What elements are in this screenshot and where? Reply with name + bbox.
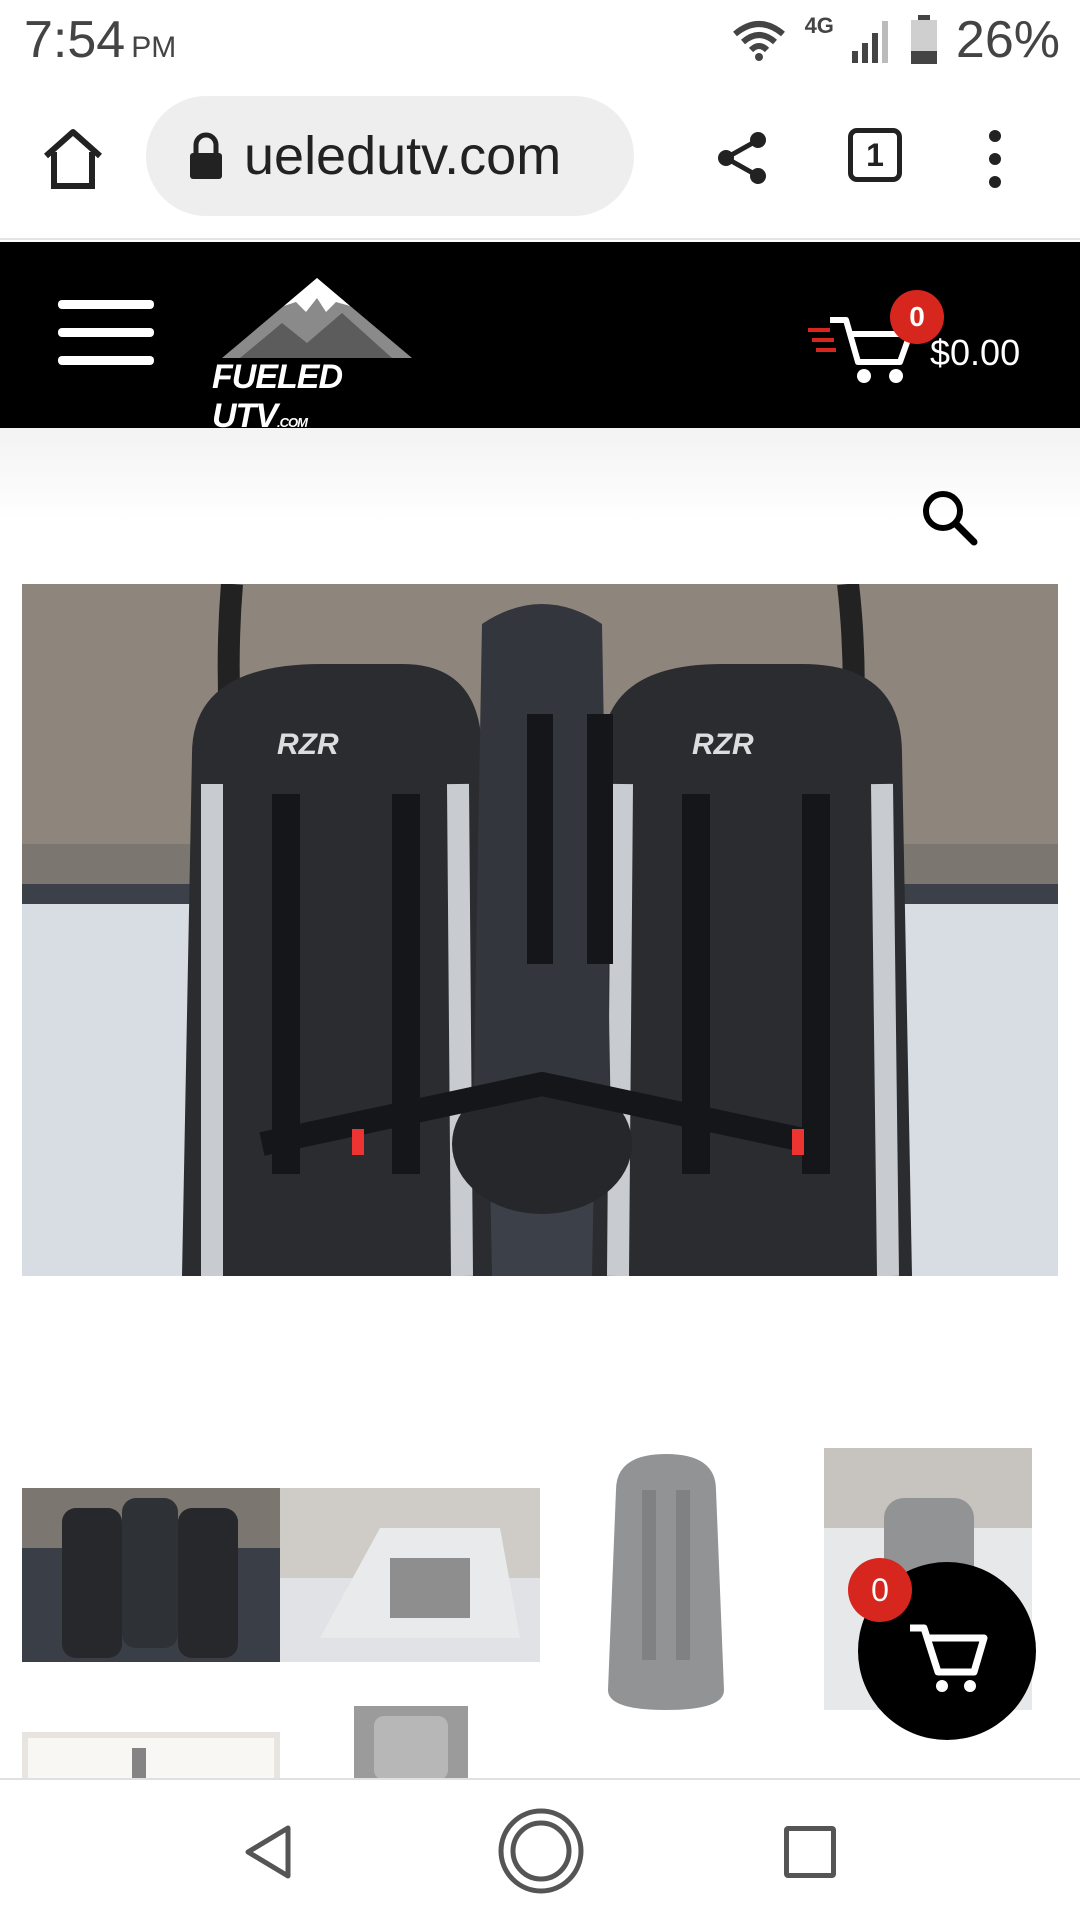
status-clock: 7:54 [24,11,126,69]
product-main-image[interactable]: RZR RZR [22,584,1058,1276]
share-icon[interactable] [712,128,772,188]
svg-text:RZR: RZR [277,728,339,761]
thumbnail-3[interactable] [596,1450,736,1714]
back-icon[interactable] [240,1822,296,1882]
tabs-icon[interactable]: 1 [848,128,902,182]
home-icon[interactable] [38,124,108,194]
recent-apps-icon[interactable] [784,1826,836,1878]
overflow-menu-icon[interactable] [980,124,1010,194]
logo-mountain-icon [222,278,412,358]
search-icon[interactable] [920,488,978,546]
nav-home-icon[interactable] [496,1806,586,1896]
wifi-icon [732,21,785,61]
battery-icon [910,15,937,64]
thumbnail-6[interactable] [354,1706,468,1780]
hamburger-menu-icon[interactable] [58,300,158,366]
svg-text:RZR: RZR [692,728,754,761]
thumbnail-1[interactable] [22,1488,280,1662]
site-header: FUELED UTV.COM 0 $0.00 [0,242,1080,435]
site-logo[interactable]: FUELED UTV.COM [212,268,422,435]
system-nav-bar [0,1778,1080,1920]
logo-text: FUELED UTV.COM [212,358,422,436]
search-bar-area [0,428,1080,584]
cart-total[interactable]: $0.00 [930,332,1020,374]
url-text: ueledutv.com [244,126,562,186]
address-bar[interactable]: ueledutv.com [146,96,634,216]
seat-harness-photo: RZR RZR [22,584,1058,1276]
thumbnail-2[interactable] [280,1488,540,1662]
status-icons: 4G 26% [731,10,1060,70]
status-time: 7:54 PM [24,10,176,70]
thumbnail-5[interactable] [22,1732,280,1780]
battery-percent: 26% [955,11,1060,69]
lock-icon [190,132,222,179]
signal-icon [851,21,888,63]
floating-cart-count-badge: 0 [848,1558,912,1622]
network-label: 4G [804,13,834,38]
browser-toolbar: ueledutv.com 1 [0,80,1080,240]
status-bar: 7:54 PM 4G 26% [0,0,1080,80]
status-ampm: PM [131,31,177,64]
tab-count: 1 [866,136,884,173]
